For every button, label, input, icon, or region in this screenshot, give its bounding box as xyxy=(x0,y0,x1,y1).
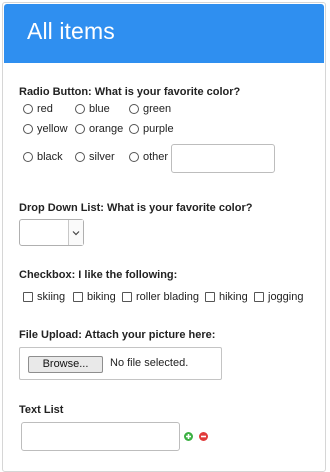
panel-header: All items xyxy=(4,4,324,63)
radio-other[interactable]: other xyxy=(129,151,168,163)
radio-circle[interactable] xyxy=(129,124,139,134)
radio-blue[interactable]: blue xyxy=(75,103,110,115)
other-color-input[interactable] xyxy=(171,144,275,173)
file-status: No file selected. xyxy=(110,357,189,369)
checkbox-question-label: Checkbox: I like the following: xyxy=(19,269,178,281)
minus-icon xyxy=(201,435,206,438)
radio-question-label: Radio Button: What is your favorite colo… xyxy=(19,86,241,98)
radio-red[interactable]: red xyxy=(23,103,53,115)
radio-circle[interactable] xyxy=(75,104,85,114)
color-select[interactable] xyxy=(19,219,84,246)
radio-circle[interactable] xyxy=(23,124,33,134)
radio-circle[interactable] xyxy=(23,104,33,114)
minus-circle-icon[interactable] xyxy=(199,432,208,441)
text-list-input[interactable] xyxy=(21,422,180,451)
checkbox-box[interactable] xyxy=(73,292,83,302)
upload-label: File Upload: Attach your picture here: xyxy=(19,329,216,341)
dropdown-arrow[interactable] xyxy=(68,220,83,245)
radio-green[interactable]: green xyxy=(129,103,171,115)
browse-button[interactable]: Browse... xyxy=(28,356,103,373)
checkbox-box[interactable] xyxy=(122,292,132,302)
checkbox-hiking[interactable]: hiking xyxy=(205,291,248,303)
checkbox-box[interactable] xyxy=(205,292,215,302)
textlist-label: Text List xyxy=(19,404,64,416)
file-upload-field[interactable]: Browse... No file selected. xyxy=(19,347,222,380)
chevron-down-icon xyxy=(72,230,80,235)
radio-purple[interactable]: purple xyxy=(129,123,174,135)
radio-orange[interactable]: orange xyxy=(75,123,123,135)
radio-yellow[interactable]: yellow xyxy=(23,123,68,135)
plus-circle-icon[interactable] xyxy=(184,432,193,441)
radio-black[interactable]: black xyxy=(23,151,63,163)
checkbox-jogging[interactable]: jogging xyxy=(254,291,303,303)
radio-silver[interactable]: silver xyxy=(75,151,115,163)
dropdown-question-label: Drop Down List: What is your favorite co… xyxy=(19,202,253,214)
checkbox-roller-blading[interactable]: roller blading xyxy=(122,291,199,303)
plus-icon xyxy=(186,434,191,439)
checkbox-box[interactable] xyxy=(254,292,264,302)
checkbox-biking[interactable]: biking xyxy=(73,291,116,303)
radio-circle[interactable] xyxy=(23,152,33,162)
page-title: All items xyxy=(27,18,115,44)
radio-circle[interactable] xyxy=(129,152,139,162)
radio-circle[interactable] xyxy=(75,124,85,134)
checkbox-box[interactable] xyxy=(23,292,33,302)
radio-circle[interactable] xyxy=(75,152,85,162)
radio-circle[interactable] xyxy=(129,104,139,114)
checkbox-skiing[interactable]: skiing xyxy=(23,291,65,303)
